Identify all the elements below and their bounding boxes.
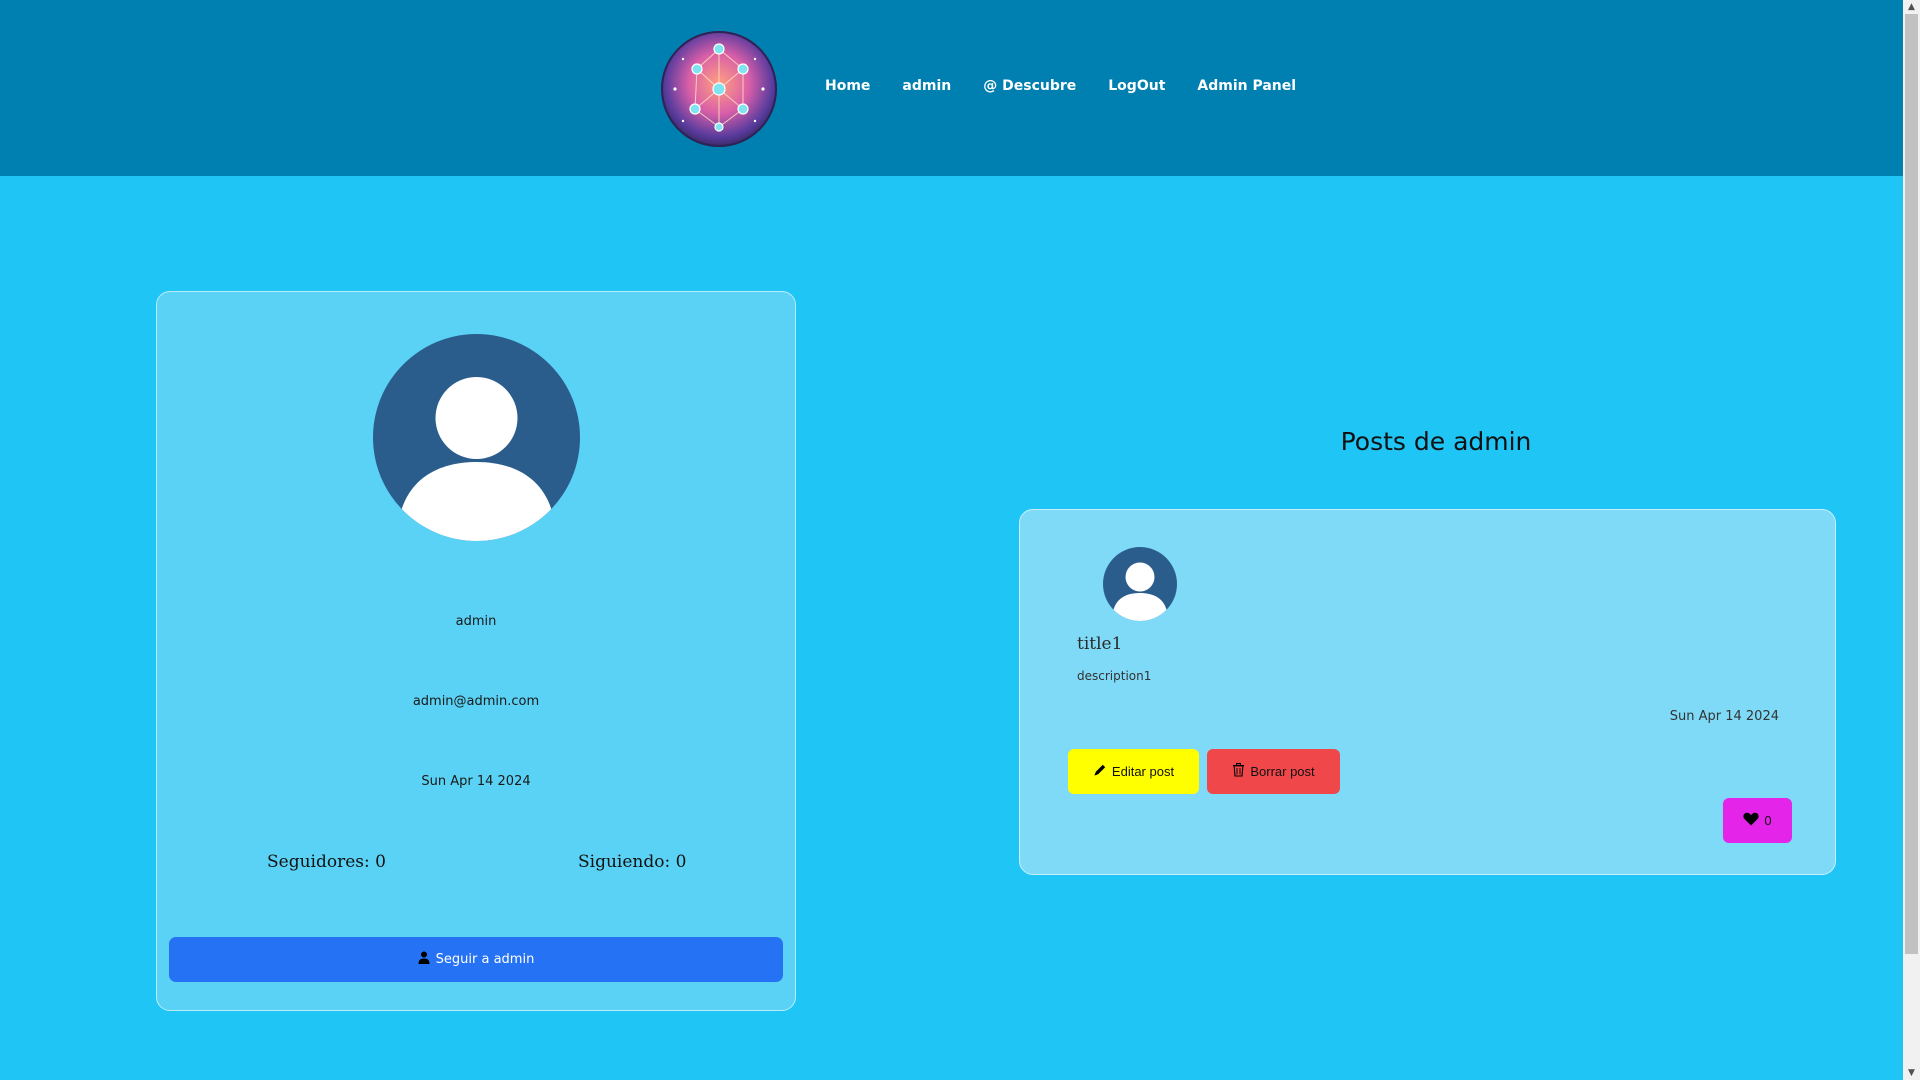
nav-descubre[interactable]: @ Descubre (983, 78, 1076, 100)
heart-icon (1743, 812, 1759, 829)
edit-post-button[interactable]: Editar post (1068, 749, 1199, 794)
user-avatar-icon (373, 334, 580, 541)
delete-post-label: Borrar post (1250, 764, 1315, 779)
network-globe-icon[interactable] (661, 31, 777, 147)
following-count[interactable]: Siguiendo: 0 (578, 852, 686, 872)
main-nav: Home admin @ Descubre LogOut Admin Panel (825, 78, 1328, 100)
nav-admin-panel[interactable]: Admin Panel (1197, 78, 1296, 100)
pencil-icon (1093, 763, 1107, 780)
post-card: title1 description1 Sun Apr 14 2024 Edit… (1019, 509, 1836, 875)
like-count: 0 (1764, 813, 1772, 828)
profile-email: admin@admin.com (412, 694, 540, 709)
nav-logout[interactable]: LogOut (1108, 78, 1165, 100)
post-date: Sun Apr 14 2024 (1669, 709, 1779, 724)
posts-heading: Posts de admin (1340, 427, 1532, 456)
post-title: title1 (1077, 634, 1123, 654)
follow-button-label: Seguir a admin (435, 952, 535, 967)
profile-card: admin admin@admin.com Sun Apr 14 2024 Se… (156, 291, 796, 1011)
follow-button[interactable]: Seguir a admin (169, 937, 783, 982)
scroll-up-icon[interactable]: ▲ (1906, 2, 1917, 12)
profile-joined-date: Sun Apr 14 2024 (421, 774, 531, 789)
post-description: description1 (1077, 669, 1152, 683)
edit-post-label: Editar post (1111, 764, 1175, 779)
nav-admin[interactable]: admin (902, 78, 951, 100)
post-avatar-icon (1103, 547, 1177, 621)
top-header: Home admin @ Descubre LogOut Admin Panel (0, 0, 1903, 176)
scrollbar-thumb[interactable] (1905, 14, 1918, 954)
trash-icon (1232, 763, 1245, 780)
nav-home[interactable]: Home (825, 78, 870, 100)
followers-count[interactable]: Seguidores: 0 (267, 852, 386, 872)
user-icon (418, 951, 430, 968)
profile-username: admin (455, 614, 497, 629)
scroll-down-icon[interactable]: ▼ (1906, 1068, 1917, 1078)
like-button[interactable]: 0 (1723, 798, 1792, 843)
delete-post-button[interactable]: Borrar post (1207, 749, 1340, 794)
